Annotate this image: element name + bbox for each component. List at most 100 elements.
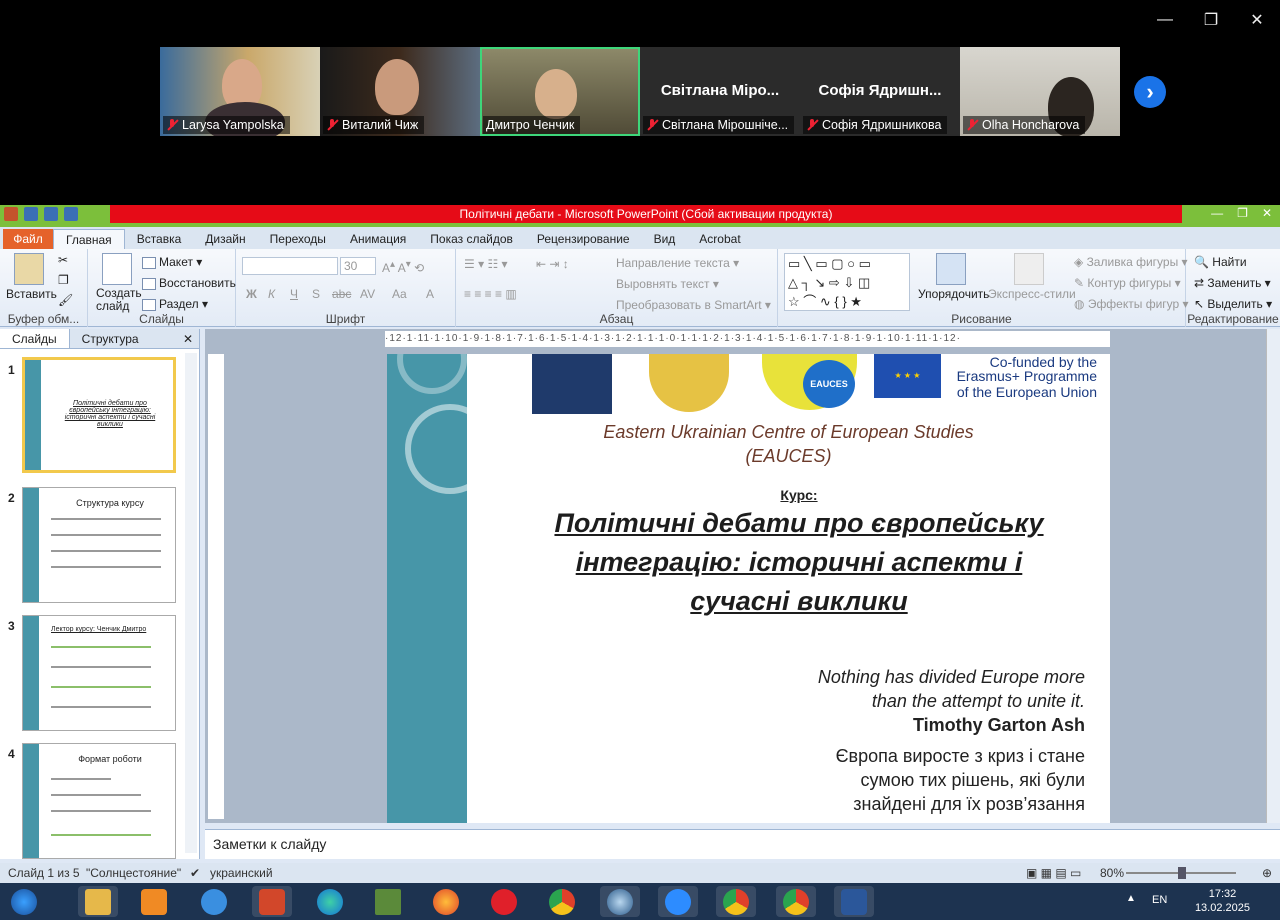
quick-styles-button[interactable]: Экспресс-стили bbox=[988, 287, 1076, 301]
spacing-icon[interactable]: AV bbox=[360, 287, 375, 301]
fit-slide-icon[interactable]: ⊕ bbox=[1262, 866, 1272, 880]
restore-button[interactable]: ❐ bbox=[1188, 0, 1234, 40]
participant-tile[interactable]: Виталий Чиж bbox=[320, 47, 480, 136]
show-hidden-icons[interactable]: ▲ bbox=[1126, 893, 1136, 904]
ppt-restore-button[interactable]: ❐ bbox=[1237, 206, 1248, 220]
shapes-gallery[interactable]: ▭ ╲ ▭ ▢ ○ ▭ △ ┐ ↘ ⇨ ⇩ ◫ ☆ ⌒ ∿ { } ★ bbox=[784, 253, 910, 311]
chrome-icon[interactable] bbox=[542, 886, 582, 917]
align-text-button[interactable]: Выровнять текст ▾ bbox=[616, 277, 719, 291]
underline-icon[interactable]: Ч bbox=[290, 287, 298, 301]
tab-insert[interactable]: Вставка bbox=[125, 229, 194, 249]
slide-thumbnail-3[interactable]: Лектор курсу: Ченчик Дмитро bbox=[22, 615, 176, 731]
tab-home[interactable]: Главная bbox=[53, 229, 125, 249]
chrome-profile-icon-2[interactable] bbox=[776, 886, 816, 917]
bullets-icon[interactable]: ☰ ▾ ☷ ▾ bbox=[464, 257, 508, 271]
tab-slides[interactable]: Слайды bbox=[0, 329, 70, 348]
reset-button[interactable]: Восстановить bbox=[142, 276, 236, 290]
spellcheck-icon[interactable]: ✔ bbox=[190, 866, 200, 880]
format-painter-icon[interactable]: 🖌 bbox=[58, 293, 73, 307]
cut-icon[interactable]: ✂ bbox=[58, 253, 68, 267]
next-participants-button[interactable]: › bbox=[1134, 76, 1166, 108]
arrange-button[interactable]: Упорядочить bbox=[918, 287, 989, 301]
opera-icon[interactable] bbox=[484, 886, 524, 917]
italic-icon[interactable]: К bbox=[268, 287, 275, 301]
shape-effects-label: Эффекты фигур bbox=[1087, 297, 1180, 311]
slide-thumbnail-4[interactable]: Формат роботи bbox=[22, 743, 176, 859]
slide-thumbnail-1[interactable]: Політичні дебати про європейську інтегра… bbox=[22, 357, 176, 473]
close-button[interactable]: ✕ bbox=[1234, 0, 1280, 40]
word-icon[interactable] bbox=[834, 886, 874, 917]
undo-icon[interactable] bbox=[44, 207, 58, 221]
font-color-icon[interactable]: A bbox=[426, 287, 434, 301]
select-label: Выделить bbox=[1207, 297, 1263, 311]
find-button[interactable]: 🔍 Найти bbox=[1194, 255, 1247, 269]
chrome-profile-icon[interactable] bbox=[716, 886, 756, 917]
shadow-icon[interactable]: S bbox=[312, 287, 320, 301]
font-name-input[interactable] bbox=[242, 257, 338, 275]
start-button[interactable] bbox=[4, 886, 44, 917]
participant-tile[interactable]: Olha Honcharova bbox=[960, 47, 1120, 136]
change-case-icon[interactable]: Aa bbox=[392, 287, 407, 301]
text-direction-button[interactable]: Направление текста ▾ bbox=[616, 256, 739, 270]
replace-button[interactable]: ⇄ Заменить ▾ bbox=[1194, 276, 1271, 290]
minimize-button[interactable]: — bbox=[1142, 0, 1188, 40]
shape-fill-button[interactable]: ◈ Заливка фигуры ▾ bbox=[1074, 255, 1188, 269]
tab-outline[interactable]: Структура bbox=[70, 329, 151, 348]
paste-button[interactable]: Вставить bbox=[6, 287, 57, 301]
copy-icon[interactable]: ❐ bbox=[58, 273, 69, 287]
language-indicator[interactable]: украинский bbox=[210, 866, 273, 880]
tab-view[interactable]: Вид bbox=[642, 229, 688, 249]
bold-icon[interactable]: Ж bbox=[246, 287, 257, 301]
layout-button[interactable]: Макет ▾ bbox=[142, 255, 202, 269]
edge-icon[interactable] bbox=[310, 886, 350, 917]
view-buttons[interactable]: ▣ ▦ ▤ ▭ bbox=[1026, 866, 1081, 880]
font-size-input[interactable]: 30 bbox=[340, 257, 376, 275]
participant-tile[interactable]: Світлана Міро... Світлана Мірошніче... bbox=[640, 47, 800, 136]
zoom-thumb[interactable] bbox=[1178, 867, 1186, 879]
tab-animation[interactable]: Анимация bbox=[338, 229, 418, 249]
current-slide[interactable]: EAUCES ★ ★ ★ Co-funded by the Erasmus+ P… bbox=[387, 354, 1110, 823]
shape-effects-button[interactable]: ◍ Эффекты фигур ▾ bbox=[1074, 297, 1189, 311]
new-slide-button[interactable]: Создать слайд bbox=[96, 287, 142, 313]
input-language[interactable]: EN bbox=[1152, 894, 1167, 906]
explorer-icon[interactable] bbox=[78, 886, 118, 917]
ppt-minimize-button[interactable]: — bbox=[1211, 206, 1223, 220]
shape-outline-button[interactable]: ✎ Контур фигуры ▾ bbox=[1074, 276, 1181, 290]
mic-muted-icon bbox=[646, 118, 658, 132]
notes-pane[interactable]: Заметки к слайду bbox=[205, 829, 1280, 859]
smartart-button[interactable]: Преобразовать в SmartArt ▾ bbox=[616, 298, 771, 312]
align-icons[interactable]: ≡ ≡ ≡ ≡ ▥ bbox=[464, 287, 517, 301]
media-player-icon[interactable] bbox=[134, 886, 174, 917]
minecraft-icon[interactable] bbox=[368, 886, 408, 917]
tab-acrobat[interactable]: Acrobat bbox=[687, 229, 752, 249]
redo-icon[interactable] bbox=[64, 207, 78, 221]
participant-tile[interactable]: Софія Ядришн... Софія Ядришникова bbox=[800, 47, 960, 136]
powerpoint-icon[interactable] bbox=[252, 886, 292, 917]
firefox-icon[interactable] bbox=[426, 886, 466, 917]
zoom-level[interactable]: 80% bbox=[1100, 866, 1124, 880]
editor-scrollbar[interactable] bbox=[1266, 329, 1280, 823]
tab-transitions[interactable]: Переходы bbox=[258, 229, 338, 249]
panel-close-icon[interactable]: ✕ bbox=[183, 329, 193, 348]
tab-design[interactable]: Дизайн bbox=[193, 229, 257, 249]
thumbnail-title: Лектор курсу: Ченчик Дмитро bbox=[51, 626, 147, 633]
mic-muted-icon bbox=[806, 118, 818, 132]
zoom-app-icon[interactable] bbox=[658, 886, 698, 917]
strikethrough-icon[interactable]: abc bbox=[332, 287, 351, 301]
clock[interactable]: 17:32 13.02.2025 bbox=[1195, 887, 1250, 915]
tab-slideshow[interactable]: Показ слайдов bbox=[418, 229, 525, 249]
section-button[interactable]: Раздел ▾ bbox=[142, 297, 208, 311]
indent-icon[interactable]: ⇤ ⇥ ↕ bbox=[536, 257, 569, 271]
select-button[interactable]: ↖ Выделить ▾ bbox=[1194, 297, 1272, 311]
slide-thumbnail-2[interactable]: Структура курсу bbox=[22, 487, 176, 603]
internet-explorer-icon[interactable] bbox=[194, 886, 234, 917]
app-icon[interactable] bbox=[600, 886, 640, 917]
participant-tile-active[interactable]: Дмитро Ченчик bbox=[480, 47, 640, 136]
panel-scrollbar[interactable] bbox=[185, 353, 197, 853]
grow-font-icon[interactable]: A▴ A▾ ⟲ bbox=[382, 259, 424, 275]
ppt-close-button[interactable]: ✕ bbox=[1262, 206, 1272, 220]
save-icon[interactable] bbox=[24, 207, 38, 221]
tab-review[interactable]: Рецензирование bbox=[525, 229, 642, 249]
participant-tile[interactable]: Larysa Yampolska bbox=[160, 47, 320, 136]
tab-file[interactable]: Файл bbox=[3, 229, 53, 249]
